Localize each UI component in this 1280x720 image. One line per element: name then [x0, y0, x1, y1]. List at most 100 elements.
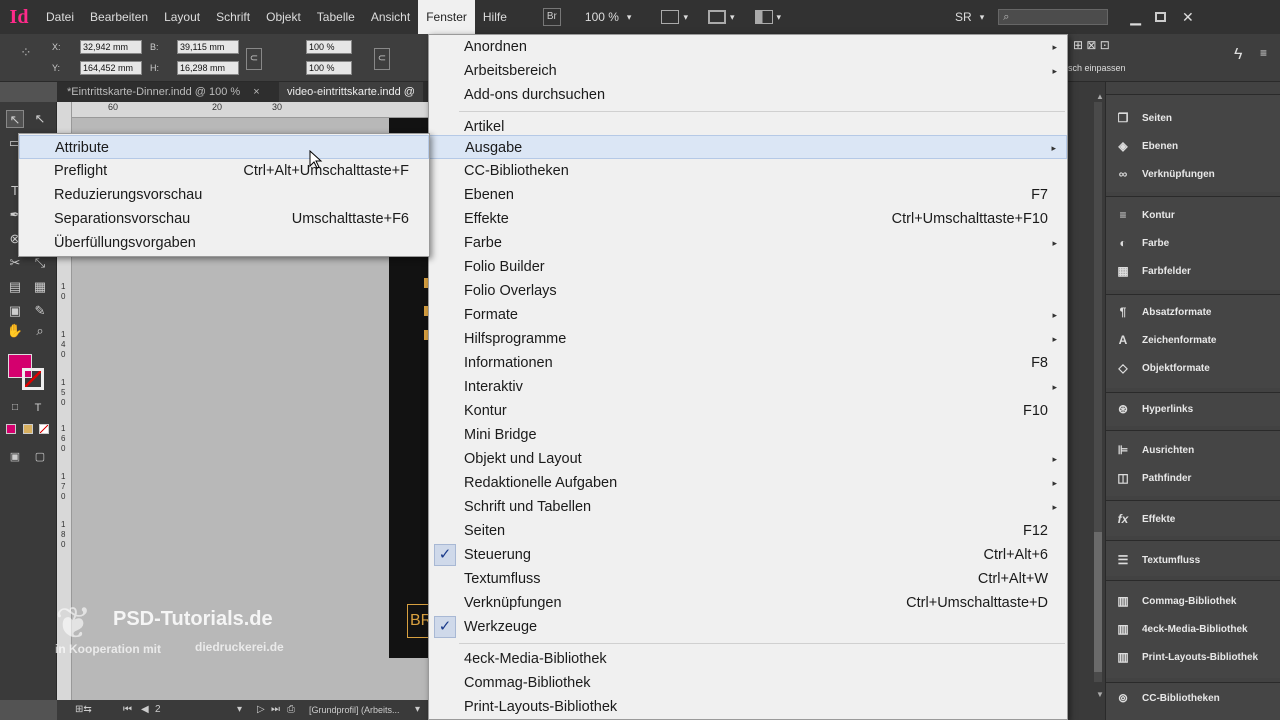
menu-datei[interactable]: Datei: [38, 0, 82, 34]
menu-item-anordnen[interactable]: Anordnen ▸: [429, 35, 1067, 59]
open-page-icon[interactable]: ⎙: [287, 704, 295, 715]
x-field[interactable]: 32,942 mm: [80, 40, 142, 54]
panel-farbe[interactable]: ◐ Farbe: [1110, 229, 1280, 257]
menu-item-mini-bridge[interactable]: Mini Bridge: [429, 423, 1067, 447]
submenu-item-attribute[interactable]: Attribute: [19, 135, 429, 159]
minimize-icon[interactable]: ▁: [1130, 9, 1141, 26]
panel-textumfluss[interactable]: ☰ Textumfluss: [1110, 546, 1280, 574]
formatting-container-icon[interactable]: □: [6, 399, 24, 417]
scale-x-field[interactable]: 100 %: [306, 40, 352, 54]
zoom-tool-icon[interactable]: ⌕: [31, 322, 49, 340]
menu-item-steuerung[interactable]: ✓ Steuerung Ctrl+Alt+6: [429, 543, 1067, 567]
screen-mode-icon[interactable]: [707, 10, 726, 24]
zoom-level[interactable]: 100 %: [585, 10, 619, 24]
menu-item-print-layouts-bibliothek[interactable]: Print-Layouts-Bibliothek: [429, 695, 1067, 719]
profile-dropdown-icon[interactable]: ▾: [415, 704, 420, 715]
scroll-up-icon[interactable]: ▲: [1096, 92, 1104, 101]
view-options-dropdown-icon[interactable]: ▾: [683, 12, 688, 23]
panel-kontur[interactable]: ≡ Kontur: [1110, 201, 1280, 229]
menu-ansicht[interactable]: Ansicht: [363, 0, 418, 34]
scrollbar-thumb[interactable]: [1094, 532, 1102, 672]
panel-commag-bibliothek[interactable]: ▥ Commag-Bibliothek: [1110, 587, 1280, 615]
panel-4eck-media-bibliothek[interactable]: ▥ 4eck-Media-Bibliothek: [1110, 615, 1280, 643]
menu-item-seiten[interactable]: Seiten F12: [429, 519, 1067, 543]
menu-item-ausgabe[interactable]: Ausgabe ▸: [429, 135, 1067, 159]
menu-layout[interactable]: Layout: [156, 0, 208, 34]
menu-hilfe[interactable]: Hilfe: [475, 0, 515, 34]
menu-item-cc-bibliotheken[interactable]: CC-Bibliotheken: [429, 159, 1067, 183]
panel-seiten[interactable]: ❐ Seiten: [1110, 104, 1280, 132]
menu-item-folio-overlays[interactable]: Folio Overlays: [429, 279, 1067, 303]
menu-fenster[interactable]: Fenster: [418, 0, 475, 34]
panel-menu-icon[interactable]: ≡: [1260, 46, 1267, 60]
menu-item-commag-bibliothek[interactable]: Commag-Bibliothek: [429, 671, 1067, 695]
lightning-icon[interactable]: ϟ: [1234, 46, 1242, 64]
menu-item-4eck-media-bibliothek[interactable]: 4eck-Media-Bibliothek: [429, 647, 1067, 671]
submenu-item-ueberfuellungsvorgaben[interactable]: Überfüllungsvorgaben: [19, 231, 429, 255]
menu-item-formate[interactable]: Formate ▸: [429, 303, 1067, 327]
page-dropdown-icon[interactable]: ▾: [237, 704, 242, 715]
menu-item-ebenen[interactable]: Ebenen F7: [429, 183, 1067, 207]
panel-ausrichten[interactable]: ⊫ Ausrichten: [1110, 436, 1280, 464]
hand-tool-icon[interactable]: ✋: [6, 322, 24, 340]
workspace-dropdown-icon[interactable]: ▾: [980, 12, 985, 23]
close-icon[interactable]: ✕: [1182, 9, 1194, 26]
zoom-dropdown-icon[interactable]: ▾: [627, 12, 632, 23]
panel-ebenen[interactable]: ◈ Ebenen: [1110, 132, 1280, 160]
apply-gradient-icon[interactable]: [23, 424, 33, 434]
submenu-item-preflight[interactable]: Preflight Ctrl+Alt+Umschalttaste+F: [19, 159, 429, 183]
menu-bearbeiten[interactable]: Bearbeiten: [82, 0, 156, 34]
gradient-swatch-tool-icon[interactable]: ▤: [6, 278, 24, 296]
height-field[interactable]: 16,298 mm: [177, 61, 239, 75]
menu-item-informationen[interactable]: Informationen F8: [429, 351, 1067, 375]
panel-cc-bibliotheken[interactable]: ⊚ CC-Bibliotheken: [1110, 684, 1280, 712]
apply-none-icon[interactable]: [39, 424, 49, 434]
panel-pathfinder[interactable]: ◫ Pathfinder: [1110, 464, 1280, 492]
screen-mode-dropdown-icon[interactable]: ▾: [730, 12, 735, 23]
maximize-icon[interactable]: [1155, 12, 1167, 22]
panel-farbfelder[interactable]: ▦ Farbfelder: [1110, 257, 1280, 285]
menu-item-add-ons[interactable]: Add-ons durchsuchen: [429, 83, 1067, 107]
view-options-icon[interactable]: [661, 10, 680, 24]
page-number[interactable]: 2: [155, 704, 161, 715]
panel-absatzformate[interactable]: ¶ Absatzformate: [1110, 298, 1280, 326]
panel-hyperlinks[interactable]: ⊛ Hyperlinks: [1110, 395, 1280, 423]
menu-item-farbe[interactable]: Farbe ▸: [429, 231, 1067, 255]
scale-y-field[interactable]: 100 %: [306, 61, 352, 75]
tab-video-eintrittskarte[interactable]: video-eintrittskarte.indd @: [279, 82, 423, 102]
eyedropper-tool-icon[interactable]: ✎: [31, 302, 49, 320]
constrain-scale-icon[interactable]: ⊂: [374, 48, 390, 70]
menu-item-hilfsprogramme[interactable]: Hilfsprogramme ▸: [429, 327, 1067, 351]
selection-tool-icon[interactable]: ↖: [6, 110, 24, 128]
width-field[interactable]: 39,115 mm: [177, 40, 239, 54]
submenu-item-reduzierungsvorschau[interactable]: Reduzierungsvorschau: [19, 183, 429, 207]
panel-zeichenformate[interactable]: A Zeichenformate: [1110, 326, 1280, 354]
menu-item-schrift-und-tabellen[interactable]: Schrift und Tabellen ▸: [429, 495, 1067, 519]
tab-eintrittskarte-dinner[interactable]: *Eintrittskarte-Dinner.indd @ 100 % ×: [59, 82, 268, 102]
search-input[interactable]: ⌕: [998, 9, 1109, 25]
panel-verknuepfungen[interactable]: ∞ Verknüpfungen: [1110, 160, 1280, 188]
panel-print-layouts-bibliothek[interactable]: ▥ Print-Layouts-Bibliothek: [1110, 643, 1280, 671]
menu-item-kontur[interactable]: Kontur F10: [429, 399, 1067, 423]
menu-item-interaktiv[interactable]: Interaktiv ▸: [429, 375, 1067, 399]
menu-schrift[interactable]: Schrift: [208, 0, 258, 34]
next-page-icon[interactable]: ▷: [257, 704, 265, 715]
menu-item-arbeitsbereich[interactable]: Arbeitsbereich ▸: [429, 59, 1067, 83]
reference-point-icon[interactable]: ⁘: [20, 44, 40, 70]
workspace-switcher[interactable]: SR: [955, 10, 972, 24]
arrange-documents-icon[interactable]: [754, 10, 773, 24]
panel-effekte[interactable]: fx Effekte: [1110, 505, 1280, 533]
direct-selection-tool-icon[interactable]: ↖: [31, 110, 49, 128]
apply-color-icon[interactable]: [6, 424, 16, 434]
preview-mode-icon[interactable]: ▢: [31, 448, 49, 466]
close-tab-icon[interactable]: ×: [253, 86, 259, 98]
menu-item-folio-builder[interactable]: Folio Builder: [429, 255, 1067, 279]
scroll-down-icon[interactable]: ▼: [1096, 690, 1104, 699]
menu-item-effekte[interactable]: Effekte Ctrl+Umschalttaste+F10: [429, 207, 1067, 231]
menu-item-redaktionelle-aufgaben[interactable]: Redaktionelle Aufgaben ▸: [429, 471, 1067, 495]
menu-objekt[interactable]: Objekt: [258, 0, 309, 34]
gradient-feather-tool-icon[interactable]: ▦: [31, 278, 49, 296]
last-page-icon[interactable]: ⏭: [271, 704, 280, 715]
preflight-profile[interactable]: [Grundprofil] (Arbeits...: [309, 705, 400, 715]
menu-item-objekt-und-layout[interactable]: Objekt und Layout ▸: [429, 447, 1067, 471]
